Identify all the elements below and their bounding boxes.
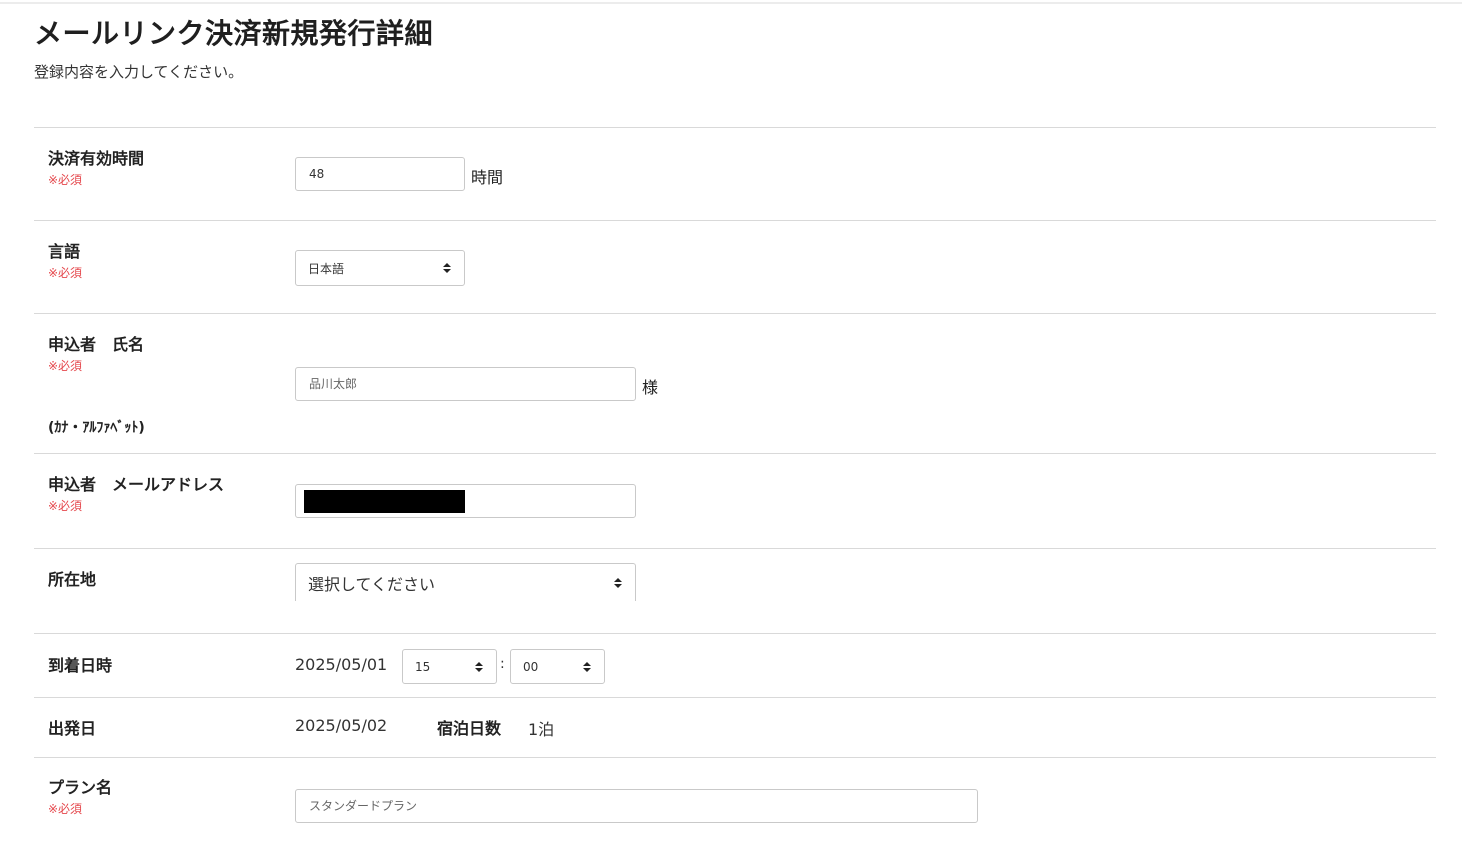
time-separator: :: [500, 656, 505, 672]
arrival-date: 2025/05/01: [295, 655, 388, 674]
redacted-email-block: [304, 490, 465, 513]
row-arrival: 到着日時 2025/05/01 15 : 00: [34, 633, 1436, 697]
page-subtitle: 登録内容を入力してください。: [34, 63, 244, 81]
row-location: 所在地 選択してください: [34, 548, 1436, 633]
row-plan: プラン名 ※必須: [34, 757, 1436, 849]
arrival-label: 到着日時: [48, 656, 113, 675]
arrival-hour-value: 15: [415, 659, 431, 674]
row-language: 言語 ※必須 日本語: [34, 220, 1436, 313]
language-select[interactable]: 日本語: [295, 250, 465, 286]
expiry-label: 決済有効時間: [48, 149, 145, 168]
location-select[interactable]: 選択してください: [295, 563, 636, 601]
applicant-name-input[interactable]: [295, 367, 636, 401]
applicant-name-kana-note: (ｶﾅ・ｱﾙﾌｧﾍﾞｯﾄ): [48, 420, 145, 436]
departure-date: 2025/05/02: [295, 716, 388, 735]
language-selected: 日本語: [308, 261, 345, 276]
top-divider: [0, 2, 1462, 4]
arrival-hour-select[interactable]: 15: [402, 649, 497, 684]
applicant-name-suffix: 様: [642, 378, 659, 397]
row-departure: 出発日 2025/05/02 宿泊日数 1泊: [34, 697, 1436, 757]
row-expiry: 決済有効時間 ※必須 時間: [34, 127, 1436, 220]
arrival-minute-select[interactable]: 00: [510, 649, 605, 684]
departure-label: 出発日: [48, 719, 97, 738]
applicant-email-input[interactable]: [295, 484, 636, 518]
row-applicant-email: 申込者 メールアドレス ※必須: [34, 453, 1436, 548]
required-mark: ※必須: [48, 266, 83, 280]
select-arrows-icon: [442, 263, 452, 273]
applicant-email-label: 申込者 メールアドレス: [48, 475, 225, 494]
required-mark: ※必須: [48, 499, 83, 513]
language-label: 言語: [48, 242, 81, 261]
required-mark: ※必須: [48, 173, 83, 187]
required-mark: ※必須: [48, 359, 83, 373]
location-label: 所在地: [48, 570, 97, 589]
page-title: メールリンク決済新規発行詳細: [34, 17, 434, 50]
arrival-minute-value: 00: [523, 659, 539, 674]
registration-form: 決済有効時間 ※必須 時間 言語 ※必須 日本語 申込者 氏名 ※必須 (ｶﾅ・…: [34, 127, 1436, 849]
location-selected: 選択してください: [308, 574, 436, 594]
plan-label: プラン名: [48, 778, 113, 797]
expiry-hours-input[interactable]: [295, 157, 465, 191]
row-applicant-name: 申込者 氏名 ※必須 (ｶﾅ・ｱﾙﾌｧﾍﾞｯﾄ) 様: [34, 313, 1436, 453]
plan-name-input[interactable]: [295, 789, 978, 823]
applicant-name-label: 申込者 氏名: [48, 335, 145, 354]
nights-value: 1泊: [528, 720, 555, 739]
select-arrows-icon: [613, 577, 623, 588]
required-mark: ※必須: [48, 802, 83, 816]
select-arrows-icon: [474, 661, 484, 672]
expiry-unit: 時間: [471, 168, 504, 187]
select-arrows-icon: [582, 661, 592, 672]
nights-label: 宿泊日数: [437, 719, 502, 738]
